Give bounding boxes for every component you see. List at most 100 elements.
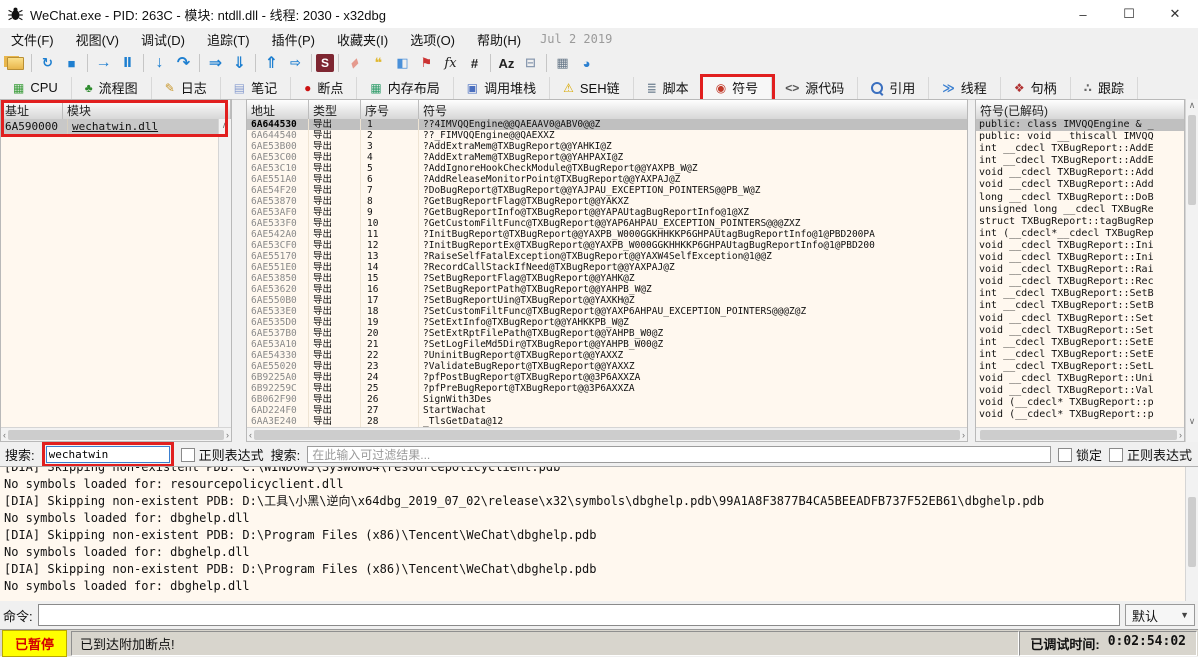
scroll-thumb[interactable]: [1188, 115, 1196, 205]
close-button[interactable]: ✕: [1152, 0, 1198, 28]
symbol-row[interactable]: 6AE550B0 导出 17 ?SetBugReportUin@TXBugRep…: [247, 295, 967, 306]
step-out-icon[interactable]: ⇑: [260, 53, 283, 73]
symbol-row[interactable]: 6AE53C10 导出 5 ?AddIgnoreHookCheckModule@…: [247, 163, 967, 174]
module-row[interactable]: 6A590000 wechatwin.dll: [1, 119, 218, 134]
scroll-right-arrow[interactable]: ›: [962, 430, 965, 440]
command-input[interactable]: [38, 604, 1120, 626]
menu-item[interactable]: 调试(D): [130, 28, 196, 51]
col-decoded[interactable]: 符号(已解码): [976, 100, 1184, 119]
scroll-left-arrow[interactable]: ‹: [249, 430, 252, 440]
minimize-button[interactable]: –: [1060, 0, 1106, 28]
symbols-vscrollbar[interactable]: ∧ ∨: [1185, 99, 1198, 442]
decoded-symbol-row[interactable]: int (__cdecl*__cdecl TXBugRep: [976, 228, 1184, 240]
module-search-input[interactable]: [46, 446, 170, 463]
az-icon[interactable]: Az: [495, 53, 518, 73]
log-vscrollbar[interactable]: [1185, 467, 1198, 601]
modules-vscrollbar[interactable]: ∧: [218, 119, 231, 427]
decoded-symbol-row[interactable]: int __cdecl TXBugReport::AddE: [976, 155, 1184, 167]
decoded-symbol-row[interactable]: int __cdecl TXBugReport::SetE: [976, 337, 1184, 349]
restart-icon[interactable]: ↻: [36, 53, 59, 73]
symbol-row[interactable]: 6AE53CF0 导出 12 ?InitBugReportEx@TXBugRep…: [247, 240, 967, 251]
col-ordinal[interactable]: 序号: [361, 100, 419, 119]
decoded-symbol-row[interactable]: public: class IMVQQEngine & _: [976, 119, 1184, 131]
scroll-down-arrow[interactable]: ∨: [1186, 415, 1198, 428]
tab-notes[interactable]: ▤ 笔记: [221, 77, 291, 99]
pause-icon[interactable]: Ⅱ: [116, 53, 139, 73]
symbol-row[interactable]: 6AE54330 导出 22 ?UninitBugReport@TXBugRep…: [247, 350, 967, 361]
symbol-row[interactable]: 6AE55020 导出 23 ?ValidateBugReport@TXBugR…: [247, 361, 967, 372]
menu-item[interactable]: 文件(F): [0, 28, 65, 51]
calculator-icon[interactable]: ▦: [551, 53, 574, 73]
tab-cpu[interactable]: ▦ CPU: [0, 77, 72, 99]
scroll-thumb[interactable]: [8, 430, 224, 440]
decoded-symbol-row[interactable]: int __cdecl TXBugReport::SetL: [976, 361, 1184, 373]
lock-checkbox[interactable]: [1058, 448, 1072, 462]
tab-seh-chain[interactable]: ⚠ SEH链: [550, 77, 634, 99]
symbol-row[interactable]: 6AE533F0 导出 10 ?GetCustomFiltFunc@TXBugR…: [247, 218, 967, 229]
col-type[interactable]: 类型: [309, 100, 361, 119]
regex-checkbox[interactable]: [181, 448, 195, 462]
symbol-row[interactable]: 6A644530 导出 1 ??4IMVQQEngine@@QAEAAV0@AB…: [247, 119, 967, 130]
decoded-symbol-row[interactable]: unsigned long __cdecl TXBugRe: [976, 204, 1184, 216]
scroll-up-arrow[interactable]: ∧: [1186, 99, 1198, 112]
symbol-row[interactable]: 6B92259C 导出 25 ?pfPreBugReport@TXBugRepo…: [247, 383, 967, 394]
menu-item[interactable]: 收藏夹(I): [326, 28, 399, 51]
scroll-thumb[interactable]: [254, 430, 960, 440]
tab-script[interactable]: ≣ 脚本: [634, 77, 703, 99]
symbol-filter-input[interactable]: [307, 446, 1051, 463]
maximize-button[interactable]: ☐: [1106, 0, 1152, 28]
col-module[interactable]: 模块: [63, 100, 231, 119]
symbol-row[interactable]: 6B9225A0 导出 24 ?pfPostBugReport@TXBugRep…: [247, 372, 967, 383]
col-address[interactable]: 地址: [247, 100, 309, 119]
decoded-symbol-row[interactable]: void __cdecl TXBugReport::Uni: [976, 373, 1184, 385]
decoded-symbol-row[interactable]: long __cdecl TXBugReport::DoB: [976, 192, 1184, 204]
tab-source[interactable]: <> 源代码: [772, 77, 858, 99]
col-symbol[interactable]: 符号: [419, 100, 967, 119]
symbol-row[interactable]: 6AE542A0 导出 11 ?InitBugReport@TXBugRepor…: [247, 229, 967, 240]
decoded-symbol-row[interactable]: void __cdecl TXBugReport::Val: [976, 385, 1184, 397]
tab-threads[interactable]: ≫ 线程: [929, 77, 1001, 99]
decoded-symbol-row[interactable]: void __cdecl TXBugReport::Set: [976, 325, 1184, 337]
decoded-symbol-row[interactable]: public: void __thiscall IMVQQ: [976, 131, 1184, 143]
tab-memory-map[interactable]: ▦ 内存布局: [357, 77, 453, 99]
symbol-row[interactable]: 6AE533E0 导出 18 ?SetCustomFiltFunc@TXBugR…: [247, 306, 967, 317]
symbol-row[interactable]: 6B062F90 导出 26 SignWith3Des: [247, 394, 967, 405]
decoded-symbol-row[interactable]: struct TXBugReport::tagBugRep: [976, 216, 1184, 228]
symbol-row[interactable]: 6AE53AF0 导出 9 ?GetBugReportInfo@TXBugRep…: [247, 207, 967, 218]
decoded-symbol-row[interactable]: void __cdecl TXBugReport::Ini: [976, 240, 1184, 252]
menu-item[interactable]: 选项(O): [399, 28, 466, 51]
menu-item[interactable]: 插件(P): [261, 28, 326, 51]
open-file-icon[interactable]: [4, 53, 27, 73]
scylla-icon[interactable]: S: [316, 54, 334, 72]
symbol-row[interactable]: 6AE551E0 导出 14 ?RecordCallStackIfNeed@TX…: [247, 262, 967, 273]
comment-icon[interactable]: ❝: [367, 53, 390, 73]
menu-item[interactable]: 视图(V): [65, 28, 130, 51]
symbol-row[interactable]: 6AE551A0 导出 6 ?AddReleaseMonitorPoint@TX…: [247, 174, 967, 185]
menu-item[interactable]: 帮助(H): [466, 28, 532, 51]
symbol-row[interactable]: 6AE55170 导出 13 ?RaiseSelfFatalException@…: [247, 251, 967, 262]
tab-references[interactable]: 引用: [858, 77, 929, 99]
symbol-row[interactable]: 6AD224F0 导出 27 StartWachat: [247, 405, 967, 416]
scroll-left-arrow[interactable]: ‹: [3, 430, 6, 440]
profile-dropdown[interactable]: 默认 ▼: [1125, 604, 1195, 626]
decoded-symbol-row[interactable]: void (__cdecl* TXBugReport::p: [976, 397, 1184, 409]
scroll-thumb[interactable]: [1188, 497, 1196, 567]
decoded-symbol-row[interactable]: int __cdecl TXBugReport::AddE: [976, 143, 1184, 155]
decoded-symbol-row[interactable]: void (__cdecl* TXBugReport::p: [976, 409, 1184, 421]
modules-hscrollbar[interactable]: ‹ ›: [1, 427, 231, 441]
tab-handles[interactable]: ❖ 句柄: [1001, 77, 1071, 99]
symbol-row[interactable]: 6AE53620 导出 16 ?SetBugReportPath@TXBugRe…: [247, 284, 967, 295]
decoded-symbol-row[interactable]: void __cdecl TXBugReport::Add: [976, 167, 1184, 179]
stop-icon[interactable]: ■: [60, 53, 83, 73]
symbol-row[interactable]: 6AE53B00 导出 3 ?AddExtraMem@TXBugReport@@…: [247, 141, 967, 152]
run-to-cursor-icon[interactable]: ⇒: [204, 53, 227, 73]
tab-call-stack[interactable]: ▣ 调用堆栈: [454, 77, 550, 99]
decoded-symbol-row[interactable]: void __cdecl TXBugReport::Set: [976, 313, 1184, 325]
tab-breakpoints[interactable]: ● 断点: [291, 77, 357, 99]
decoded-symbol-row[interactable]: int __cdecl TXBugReport::SetB: [976, 288, 1184, 300]
patch-icon[interactable]: ▰: [339, 48, 369, 78]
symbol-row[interactable]: 6AE53850 导出 15 ?SetBugReportFlag@TXBugRe…: [247, 273, 967, 284]
decoded-symbol-row[interactable]: void __cdecl TXBugReport::Add: [976, 179, 1184, 191]
decoded-hscrollbar[interactable]: ›: [976, 427, 1184, 441]
bookmark-icon[interactable]: ⚑: [415, 53, 438, 73]
